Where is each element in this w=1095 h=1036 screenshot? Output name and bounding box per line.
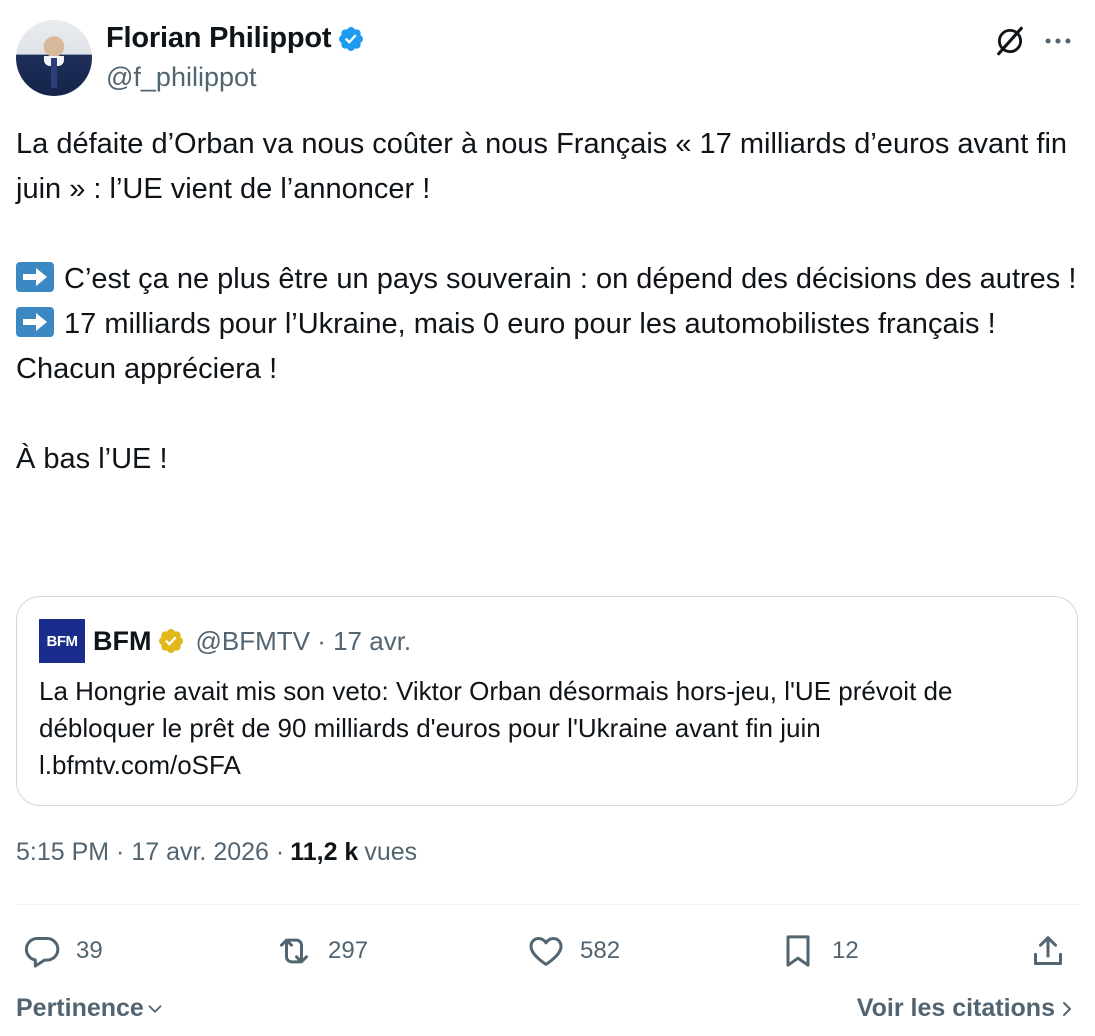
repost-count: 297 — [328, 937, 369, 964]
more-options-icon[interactable] — [1041, 24, 1075, 58]
tweet-paragraph: 17 milliards pour l’Ukraine, mais 0 euro… — [16, 302, 1079, 347]
like-button[interactable]: 582 — [526, 928, 620, 974]
tweet-paragraph: À bas l’UE ! — [16, 443, 168, 475]
repost-button[interactable]: 297 — [274, 928, 368, 974]
view-quotes-link[interactable]: Voir les citations — [857, 994, 1079, 1023]
sort-label: Pertinence — [16, 994, 144, 1022]
tweet-paragraph: C’est ça ne plus être un pays souverain … — [16, 257, 1079, 302]
tweet-meta: 5:15 PM · 17 avr. 2026 · 11,2 k vues — [16, 838, 417, 867]
chevron-right-icon — [1063, 1001, 1071, 1016]
repost-icon — [280, 938, 308, 964]
tweet-header: Florian Philippot @f_philippot — [16, 18, 1079, 98]
author-handle[interactable]: @f_philippot — [106, 62, 257, 93]
tweet-paragraph: La défaite d’Orban va nous coûter à nous… — [16, 128, 1076, 205]
bookmark-icon — [786, 935, 810, 967]
quoted-tweet-text: La Hongrie avait mis son veto: Viktor Or… — [39, 673, 1059, 784]
chevron-down-icon — [148, 1004, 162, 1013]
bookmark-button[interactable]: 12 — [778, 928, 859, 974]
reply-footer: Pertinence Voir les citations — [16, 990, 1079, 1030]
share-icon — [1034, 936, 1062, 965]
right-arrow-icon — [16, 262, 54, 292]
heart-icon — [529, 937, 563, 966]
verified-organization-badge-icon — [159, 629, 184, 653]
divider — [16, 904, 1079, 905]
right-arrow-icon — [16, 307, 54, 337]
sort-dropdown[interactable]: Pertinence — [16, 994, 166, 1023]
quoted-handle-date: @BFMTV · 17 avr. — [195, 625, 412, 656]
bfm-logo: BFM — [39, 619, 85, 663]
avatar[interactable] — [16, 20, 92, 96]
quoted-tweet[interactable]: BFM BFM @BFMTV · 17 avr. La Hongrie avai… — [16, 596, 1078, 806]
quoted-author-name: BFM — [93, 625, 152, 656]
quoted-link[interactable]: l.bfmtv.com/oSFA — [39, 747, 1059, 784]
share-button[interactable] — [1028, 928, 1068, 974]
views-label: vues — [364, 838, 418, 866]
bookmark-count: 12 — [832, 937, 859, 964]
verified-badge-icon — [339, 26, 364, 51]
grok-icon[interactable] — [993, 24, 1027, 58]
quoted-tweet-header: BFM BFM @BFMTV · 17 avr. — [39, 619, 411, 663]
action-bar: 39 297 582 12 — [16, 928, 1079, 974]
reply-count: 39 — [76, 937, 103, 964]
views-count: 11,2 k — [290, 838, 359, 866]
tweet-text: La défaite d’Orban va nous coûter à nous… — [16, 122, 1079, 482]
tweet-paragraph: Chacun appréciera ! — [16, 353, 278, 385]
reply-button[interactable]: 39 — [22, 928, 103, 974]
view-quotes-label: Voir les citations — [856, 994, 1055, 1022]
reply-icon — [24, 937, 60, 968]
like-count: 582 — [580, 937, 621, 964]
author-name[interactable]: Florian Philippot — [106, 22, 332, 55]
timestamp[interactable]: 5:15 PM · 17 avr. 2026 · — [16, 838, 284, 867]
author-name-row: Florian Philippot — [106, 22, 365, 55]
